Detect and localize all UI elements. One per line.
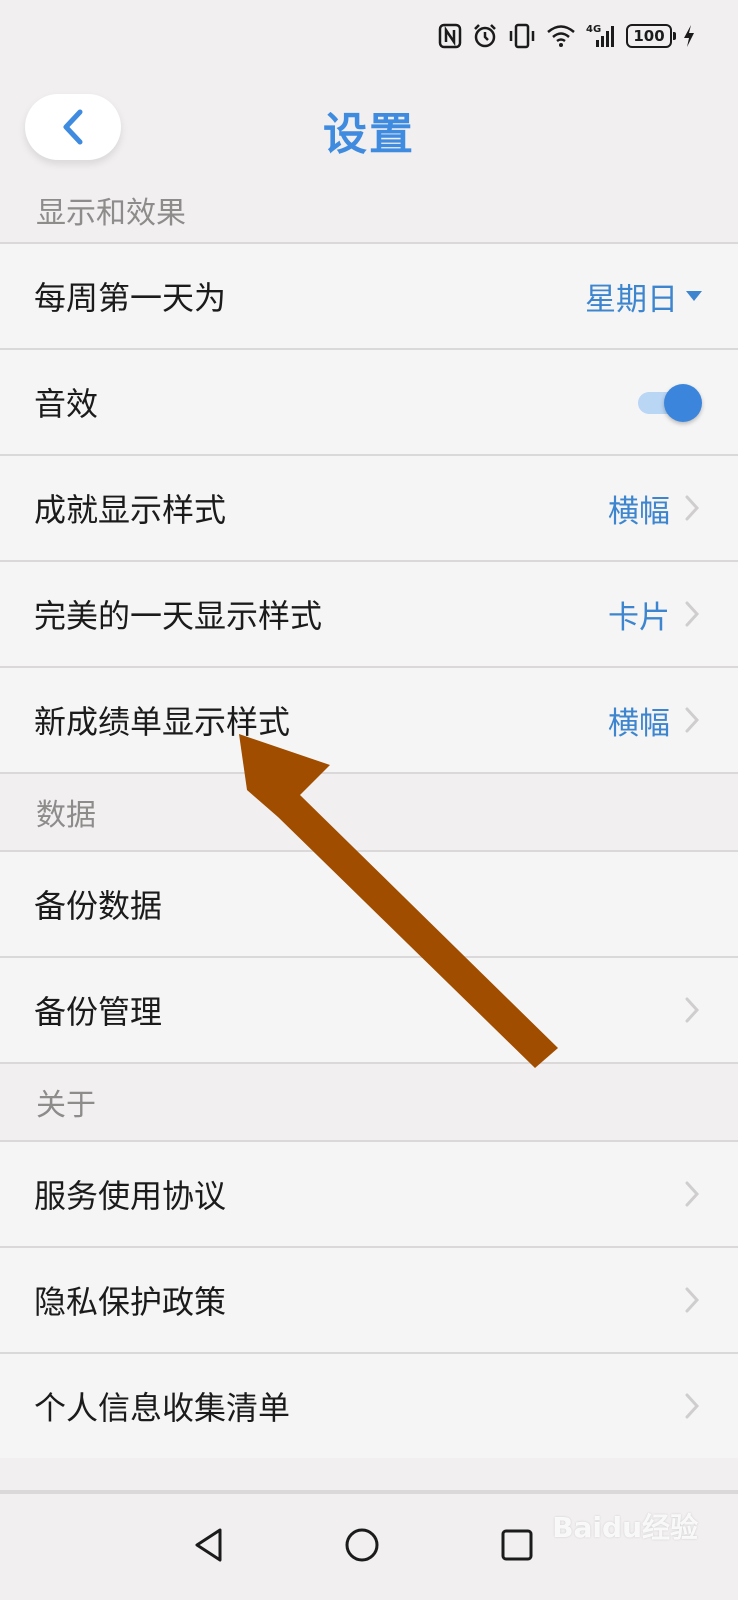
row-label: 服务使用协议 — [34, 1177, 227, 1215]
home-circle-icon[interactable] — [337, 1520, 387, 1570]
row-value: 横幅 — [608, 705, 670, 742]
recents-square-icon[interactable] — [492, 1520, 542, 1570]
signal-icon: 4G — [586, 23, 616, 49]
status-icons: 4G 100 — [438, 20, 696, 52]
charging-icon — [682, 24, 696, 48]
chevron-right-icon — [682, 600, 702, 628]
row-label: 个人信息收集清单 — [34, 1389, 291, 1427]
alarm-icon — [472, 23, 498, 49]
row-perfect-day-style[interactable]: 完美的一天显示样式 卡片 — [0, 560, 738, 666]
row-label: 隐私保护政策 — [34, 1283, 227, 1321]
dropdown-caret-icon — [686, 291, 702, 301]
wifi-icon — [546, 24, 576, 48]
section-header-about: 关于 — [0, 1062, 738, 1140]
chevron-right-icon — [682, 1180, 702, 1208]
row-label: 备份数据 — [34, 887, 163, 925]
baidu-watermark: Baidu经验 — [552, 1511, 698, 1544]
toggle-knob — [664, 384, 702, 422]
row-achievement-style[interactable]: 成就显示样式 横幅 — [0, 454, 738, 560]
battery-icon: 100 — [626, 24, 676, 48]
header: 设置 — [0, 70, 738, 188]
section-header-display: 显示和效果 — [36, 196, 186, 231]
row-value: 星期日 — [585, 281, 678, 318]
nfc-icon — [438, 23, 462, 49]
sound-toggle[interactable] — [638, 384, 702, 422]
back-triangle-icon[interactable] — [184, 1520, 234, 1570]
row-value: 卡片 — [608, 599, 670, 636]
row-label: 每周第一天为 — [34, 279, 227, 317]
row-privacy-policy[interactable]: 隐私保护政策 — [0, 1246, 738, 1352]
row-first-day-of-week[interactable]: 每周第一天为 星期日 — [0, 242, 738, 348]
row-personal-info-list[interactable]: 个人信息收集清单 — [0, 1352, 738, 1458]
row-label: 成就显示样式 — [34, 491, 227, 529]
row-label: 备份管理 — [34, 993, 163, 1031]
row-service-agreement[interactable]: 服务使用协议 — [0, 1140, 738, 1246]
chevron-right-icon — [682, 494, 702, 522]
battery-level: 100 — [633, 27, 665, 45]
row-label: 完美的一天显示样式 — [34, 597, 323, 635]
row-report-card-style[interactable]: 新成绩单显示样式 横幅 — [0, 666, 738, 772]
row-label: 新成绩单显示样式 — [34, 703, 291, 741]
row-value: 横幅 — [608, 493, 670, 530]
row-backup-data[interactable]: 备份数据 — [0, 850, 738, 956]
network-label: 4G — [586, 24, 601, 35]
vibrate-icon — [508, 23, 536, 49]
chevron-right-icon — [682, 1392, 702, 1420]
page-title: 设置 — [323, 109, 415, 160]
chevron-right-icon — [682, 1286, 702, 1314]
row-backup-management[interactable]: 备份管理 — [0, 956, 738, 1062]
section-header-data: 数据 — [0, 772, 738, 850]
chevron-right-icon — [682, 706, 702, 734]
status-bar: 4G 100 — [0, 0, 738, 70]
row-sound-effects[interactable]: 音效 — [0, 348, 738, 454]
chevron-right-icon — [682, 996, 702, 1024]
row-label: 音效 — [34, 385, 99, 423]
